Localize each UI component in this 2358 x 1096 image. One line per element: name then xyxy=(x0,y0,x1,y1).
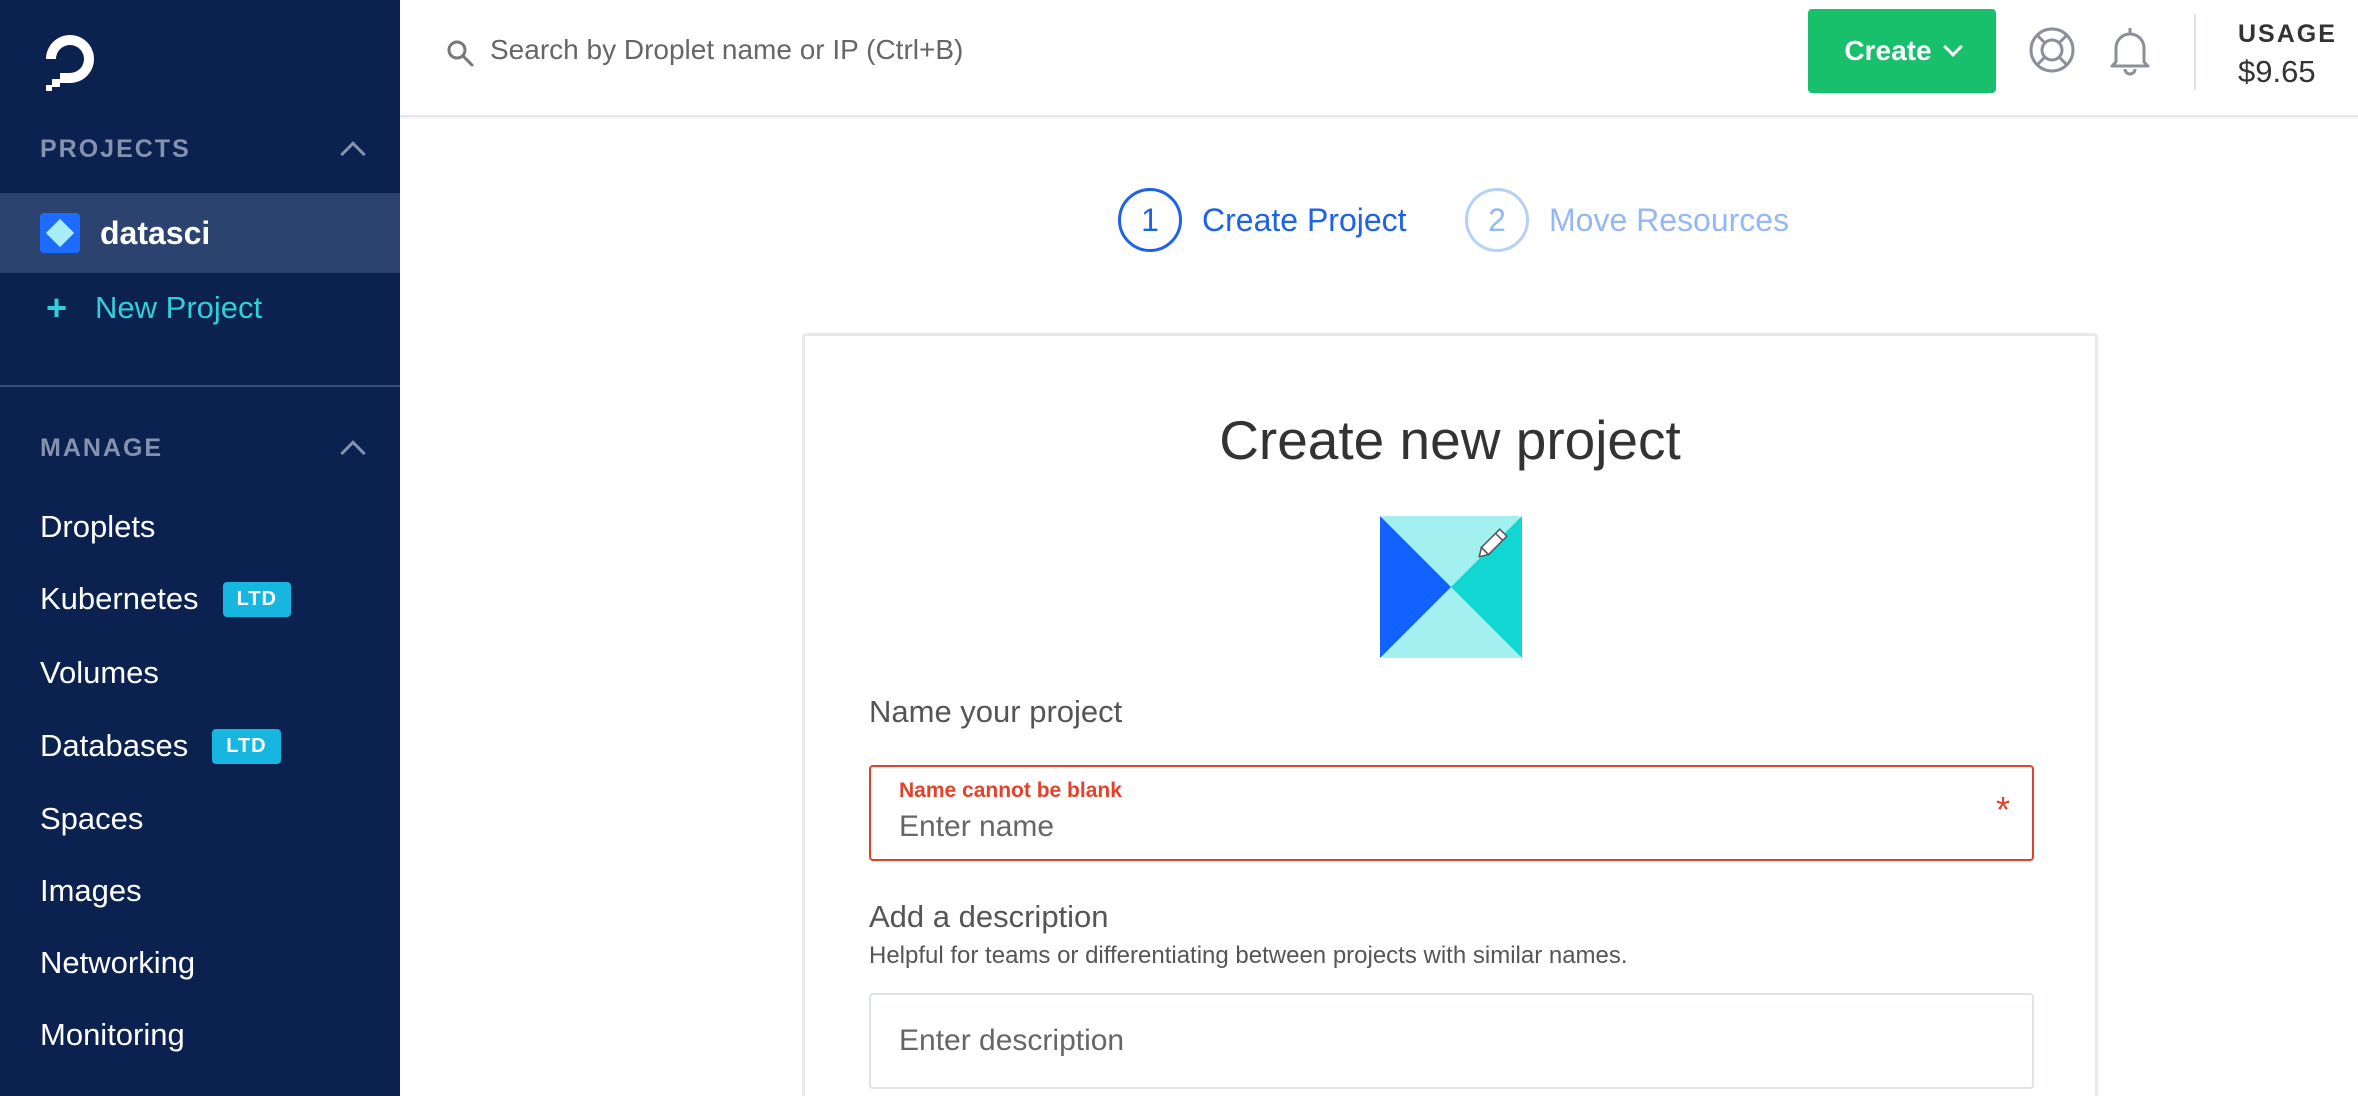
project-description-input[interactable] xyxy=(899,1019,1999,1063)
sidebar-item-label: Monitoring xyxy=(40,1017,185,1052)
page-title: Create new project xyxy=(1219,409,1681,471)
manage-heading: MANAGE xyxy=(40,433,164,462)
topbar-divider xyxy=(2194,14,2196,90)
name-label: Name your project xyxy=(869,694,1123,729)
step-move-resources[interactable]: 2 Move Resources xyxy=(1465,188,1789,252)
project-icon xyxy=(40,213,80,253)
search-input[interactable] xyxy=(490,25,1390,75)
sidebar-item-spaces[interactable]: Spaces xyxy=(40,797,143,841)
sidebar-item-label: Spaces xyxy=(40,801,144,836)
step-number: 1 xyxy=(1118,188,1182,252)
project-name-input[interactable] xyxy=(899,805,1979,849)
usage-label: USAGE xyxy=(2238,20,2337,48)
description-help-text: Helpful for teams or differentiating bet… xyxy=(869,942,1628,969)
sidebar-item-label: Databases xyxy=(40,728,189,763)
sidebar-item-droplets[interactable]: Droplets xyxy=(40,505,155,549)
usage-value[interactable]: $9.65 xyxy=(2238,54,2316,90)
step-create-project[interactable]: 1 Create Project xyxy=(1118,188,1407,252)
help-lifebuoy-icon[interactable] xyxy=(2028,26,2076,74)
plus-icon: + xyxy=(46,287,68,328)
sidebar-item-label: Droplets xyxy=(40,509,156,544)
required-marker: * xyxy=(1995,789,2010,830)
sidebar-item-networking[interactable]: Networking xyxy=(40,941,195,985)
bell-icon[interactable] xyxy=(2106,24,2154,76)
step-label: Move Resources xyxy=(1549,201,1790,238)
name-field[interactable]: Name cannot be blank * xyxy=(869,765,2034,861)
manage-section-toggle[interactable]: MANAGE xyxy=(40,428,370,468)
step-number: 2 xyxy=(1465,188,1529,252)
sidebar-item-label: Kubernetes xyxy=(40,581,199,616)
chevron-up-icon xyxy=(340,440,366,466)
sidebar-item-label: Volumes xyxy=(40,655,159,690)
create-button-label: Create xyxy=(1844,35,1932,66)
search-icon xyxy=(447,40,474,67)
sidebar-item-images[interactable]: Images xyxy=(40,869,142,913)
project-avatar[interactable] xyxy=(1380,516,1522,658)
new-project-link[interactable]: + New Project xyxy=(46,287,263,328)
projects-section-toggle[interactable]: PROJECTS xyxy=(40,129,370,169)
sidebar-item-databases[interactable]: Databases LTD xyxy=(40,724,281,768)
name-error-message: Name cannot be blank xyxy=(899,779,1122,802)
chevron-up-icon xyxy=(340,141,366,167)
project-label: datasci xyxy=(100,214,211,251)
new-project-label: New Project xyxy=(95,290,263,325)
step-label: Create Project xyxy=(1202,201,1407,238)
ltd-badge: LTD xyxy=(212,728,281,764)
ltd-badge: LTD xyxy=(222,581,291,617)
sidebar-item-kubernetes[interactable]: Kubernetes LTD xyxy=(40,577,291,621)
sidebar-divider xyxy=(0,385,400,387)
sidebar-item-label: Networking xyxy=(40,945,196,980)
projects-heading: PROJECTS xyxy=(40,134,191,163)
create-project-card: Create new project Name your project Nam… xyxy=(802,333,2098,1096)
digitalocean-logo[interactable] xyxy=(38,27,102,91)
sidebar-item-monitoring[interactable]: Monitoring xyxy=(40,1013,185,1057)
sidebar-item-project-datasci[interactable]: datasci xyxy=(0,193,400,273)
description-field[interactable] xyxy=(869,993,2034,1089)
sidebar-item-label: Images xyxy=(40,873,142,908)
create-button[interactable]: Create xyxy=(1808,9,1996,93)
sidebar: PROJECTS datasci + New Project MANAGE Dr… xyxy=(0,0,400,1096)
description-label: Add a description xyxy=(869,899,1109,934)
main-content: 1 Create Project 2 Move Resources Create… xyxy=(400,119,2358,1096)
sidebar-item-volumes[interactable]: Volumes xyxy=(40,651,159,695)
chevron-down-icon xyxy=(1942,37,1963,57)
